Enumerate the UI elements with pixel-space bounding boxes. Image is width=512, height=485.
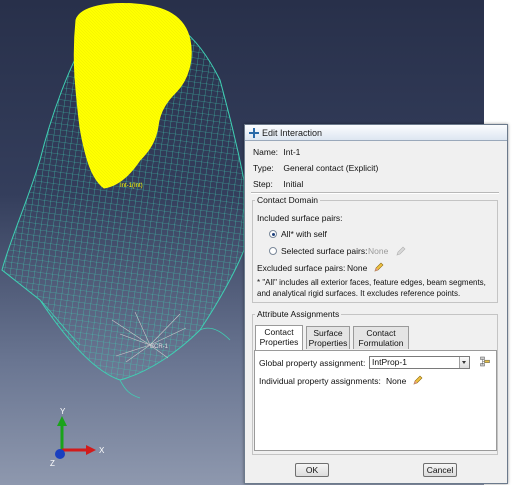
- global-property-value: IntProp-1: [372, 357, 407, 367]
- all-with-self-radio[interactable]: [269, 230, 277, 238]
- selected-pairs-radio[interactable]: [269, 247, 277, 255]
- edit-individual-property-pencil-icon[interactable]: [413, 375, 423, 385]
- name-row: Name: Int-1: [253, 147, 300, 157]
- property-manager-icon[interactable]: [480, 356, 491, 367]
- edit-selected-pairs-pencil-icon[interactable]: [396, 246, 406, 256]
- ok-button[interactable]: OK: [295, 463, 329, 477]
- axis-x-label: X: [99, 446, 105, 455]
- selected-pairs-value: None: [368, 246, 389, 256]
- cancel-button[interactable]: Cancel: [423, 463, 457, 477]
- excluded-pairs-label: Excluded surface pairs:: [257, 263, 346, 273]
- load-label: BCR-1: [150, 344, 169, 350]
- axis-triad: Y X Z: [50, 407, 105, 468]
- contact-properties-panel: Global property assignment: IntProp-1 In…: [254, 350, 497, 451]
- individual-property-value: None: [386, 376, 407, 386]
- axis-y-label: Y: [60, 407, 66, 416]
- dialog-title: Edit Interaction: [262, 127, 323, 138]
- tab-contact-properties[interactable]: Contact Properties: [255, 325, 303, 350]
- dialog-app-icon: [249, 127, 259, 138]
- global-property-select[interactable]: IntProp-1: [369, 356, 470, 369]
- excluded-pairs-value: None: [347, 263, 368, 273]
- included-pairs-label: Included surface pairs:: [257, 213, 343, 223]
- global-property-label: Global property assignment:: [259, 358, 366, 368]
- all-with-self-label[interactable]: All* with self: [281, 229, 327, 239]
- edit-interaction-dialog: Edit Interaction Name: Int-1 Type: Gener…: [244, 124, 508, 484]
- selected-pairs-label[interactable]: Selected surface pairs:: [281, 246, 367, 256]
- chevron-down-icon[interactable]: [459, 357, 469, 368]
- individual-property-label: Individual property assignments:: [259, 376, 381, 386]
- dialog-titlebar[interactable]: Edit Interaction: [245, 125, 507, 141]
- tab-bar: Contact Properties Surface Properties Co…: [254, 325, 497, 351]
- name-value: Int-1: [283, 147, 301, 157]
- type-row: Type: General contact (Explicit): [253, 163, 378, 173]
- contact-label: Int-1(Int): [120, 183, 143, 189]
- step-label: Step:: [253, 179, 273, 189]
- contact-domain-title: Contact Domain: [257, 195, 318, 205]
- attribute-assignments-title: Attribute Assignments: [257, 309, 340, 319]
- all-surfaces-note: * "All" includes all exterior faces, fea…: [257, 278, 486, 298]
- step-value: Initial: [283, 179, 304, 189]
- axis-z-label: Z: [50, 459, 55, 468]
- type-label: Type:: [253, 163, 274, 173]
- divider: [251, 192, 499, 194]
- name-label: Name:: [253, 147, 279, 157]
- step-row: Step: Initial: [253, 179, 303, 189]
- tab-surface-properties[interactable]: Surface Properties: [306, 326, 350, 349]
- tab-contact-formulation[interactable]: Contact Formulation: [353, 326, 409, 349]
- type-value: General contact (Explicit): [283, 163, 379, 173]
- edit-excluded-pairs-pencil-icon[interactable]: [374, 262, 384, 272]
